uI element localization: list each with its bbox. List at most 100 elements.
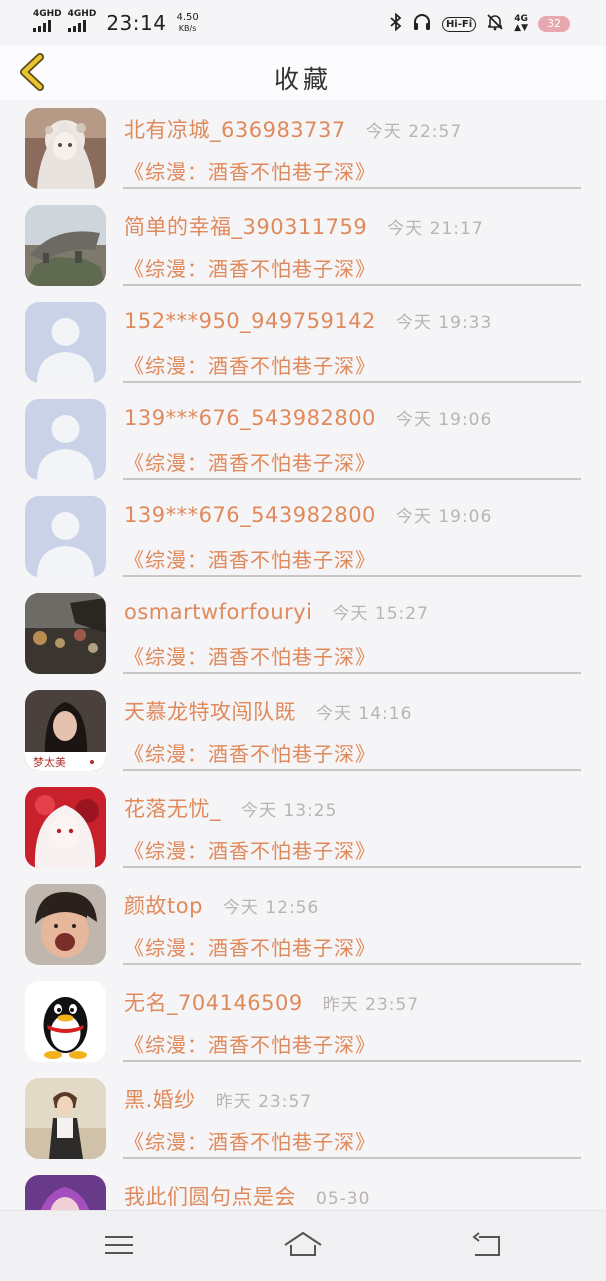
divider	[123, 575, 581, 577]
list-item[interactable]: 简单的幸福_390311759 今天 21:17 《综漫：酒香不怕巷子深》	[0, 197, 606, 294]
message-text: 《综漫：酒香不怕巷子深》	[124, 548, 376, 572]
timestamp: 今天 13:25	[241, 801, 338, 821]
bluetooth-icon	[390, 12, 402, 35]
avatar[interactable]	[25, 787, 106, 868]
message-text: 《综漫：酒香不怕巷子深》	[124, 160, 376, 184]
divider	[123, 478, 581, 480]
home-button[interactable]	[279, 1225, 327, 1265]
list-item[interactable]: 梦太美 天慕龙特攻闯队既 今天 14:16 《综漫：酒香不怕巷子深》	[0, 682, 606, 779]
rock-landscape-avatar-image	[25, 205, 106, 286]
network-type-label: 4GHD	[67, 9, 97, 19]
network-4g-label: 4G	[514, 14, 528, 24]
divider	[123, 963, 581, 965]
system-nav-bar	[0, 1210, 606, 1281]
list-item[interactable]: 花落无忧_ 今天 13:25 《综漫：酒香不怕巷子深》	[0, 779, 606, 876]
avatar[interactable]	[25, 593, 106, 674]
message-text: 《综漫：酒香不怕巷子深》	[124, 451, 376, 475]
anime-girl-avatar-image	[25, 108, 106, 189]
avatar[interactable]	[25, 399, 106, 480]
list-item[interactable]: 139***676_543982800 今天 19:06 《综漫：酒香不怕巷子深…	[0, 488, 606, 585]
avatar[interactable]	[25, 1078, 106, 1159]
network-speed: 4.50 KB/s	[176, 12, 198, 34]
avatar[interactable]	[25, 302, 106, 383]
menu-button[interactable]	[95, 1225, 143, 1265]
divider	[123, 381, 581, 383]
timestamp: 今天 12:56	[222, 898, 320, 918]
message-text: 《综漫：酒香不怕巷子深》	[124, 1130, 376, 1154]
username: 139***676_543982800	[124, 406, 376, 430]
username: 简单的幸福_390311759	[124, 215, 368, 239]
signal-bars-icon	[67, 20, 97, 32]
battery-indicator: 32	[538, 16, 570, 32]
home-icon	[284, 1231, 322, 1256]
timestamp: 今天 19:06	[395, 410, 493, 430]
avatar[interactable]	[25, 981, 106, 1062]
headphones-icon	[412, 13, 432, 35]
timestamp: 今天 19:06	[395, 507, 493, 527]
list-item[interactable]: 152***950_949759142 今天 19:33 《综漫：酒香不怕巷子深…	[0, 294, 606, 391]
message-text: 《综漫：酒香不怕巷子深》	[124, 354, 376, 378]
username: 152***950_949759142	[124, 309, 376, 333]
username: 139***676_543982800	[124, 503, 376, 527]
message-text: 《综漫：酒香不怕巷子深》	[124, 1033, 376, 1057]
list-item[interactable]: osmartwforfouryi 今天 15:27 《综漫：酒香不怕巷子深》	[0, 585, 606, 682]
timestamp: 昨天 23:57	[215, 1092, 313, 1112]
divider	[123, 187, 581, 189]
username: 颜故top	[124, 894, 203, 918]
qq-penguin-avatar-image	[25, 981, 106, 1062]
signal-bars-icon	[33, 20, 62, 32]
woman-photo-avatar-image: 梦太美	[25, 690, 106, 771]
timestamp: 05-30	[316, 1189, 371, 1209]
avatar[interactable]: 梦太美	[25, 690, 106, 771]
username: 黑.婚纱	[124, 1088, 196, 1112]
username: 我此们圆句点是会	[124, 1185, 296, 1209]
avatar[interactable]	[25, 205, 106, 286]
status-bar: 4GHD 4GHD 23:14 4.50 KB/s Hi-Fi 4G ▲▼ 32	[0, 0, 606, 46]
username: 花落无忧_	[124, 797, 221, 821]
username: 北有凉城_636983737	[124, 118, 346, 142]
anime-man-avatar-image	[25, 1078, 106, 1159]
list-item[interactable]: 黑.婚纱 昨天 23:57 《综漫：酒香不怕巷子深》	[0, 1070, 606, 1167]
message-text: 《综漫：酒香不怕巷子深》	[124, 936, 376, 960]
avatar[interactable]	[25, 108, 106, 189]
signal-2: 4GHD	[67, 9, 97, 32]
list-item[interactable]: 我此们圆句点是会 05-30	[0, 1167, 606, 1210]
message-text: 《综漫：酒香不怕巷子深》	[124, 839, 376, 863]
timestamp: 昨天 23:57	[322, 995, 420, 1015]
avatar[interactable]	[25, 496, 106, 577]
username: osmartwforfouryi	[124, 600, 313, 624]
message-text: 《综漫：酒香不怕巷子深》	[124, 645, 376, 669]
timestamp: 今天 19:33	[395, 313, 493, 333]
divider	[123, 1060, 581, 1062]
signal-1: 4GHD	[33, 10, 62, 32]
divider	[123, 672, 581, 674]
back-icon	[472, 1232, 500, 1256]
speed-value: 4.50	[176, 12, 199, 23]
timestamp: 今天 22:57	[365, 122, 463, 142]
list-item[interactable]: 139***676_543982800 今天 19:06 《综漫：酒香不怕巷子深…	[0, 391, 606, 488]
bokeh-night-avatar-image	[25, 593, 106, 674]
list-item[interactable]: 颜故top 今天 12:56 《综漫：酒香不怕巷子深》	[0, 876, 606, 973]
network-4g-indicator: 4G ▲▼	[514, 14, 528, 33]
network-type-label: 4GHD	[33, 9, 62, 19]
back-nav-button[interactable]	[463, 1225, 511, 1265]
favorites-list: 北有凉城_636983737 今天 22:57 《综漫：酒香不怕巷子深》 简单的…	[0, 100, 606, 1210]
divider	[123, 769, 581, 771]
default-person-avatar-image	[25, 496, 106, 577]
message-text: 《综漫：酒香不怕巷子深》	[124, 742, 376, 766]
default-person-avatar-image	[25, 399, 106, 480]
timestamp: 今天 15:27	[332, 604, 429, 624]
timestamp: 今天 14:16	[316, 704, 413, 724]
username: 天慕龙特攻闯队既	[124, 700, 296, 724]
list-item[interactable]: 无名_704146509 昨天 23:57 《综漫：酒香不怕巷子深》	[0, 973, 606, 1070]
divider	[123, 1157, 581, 1159]
list-item[interactable]: 北有凉城_636983737 今天 22:57 《综漫：酒香不怕巷子深》	[0, 100, 606, 197]
divider	[123, 866, 581, 868]
avatar[interactable]	[25, 1175, 106, 1210]
boy-face-avatar-image	[25, 884, 106, 965]
username: 无名_704146509	[124, 991, 303, 1015]
header-bar: 收藏	[0, 46, 606, 100]
avatar[interactable]	[25, 884, 106, 965]
divider	[123, 284, 581, 286]
clock: 23:14	[106, 11, 167, 35]
